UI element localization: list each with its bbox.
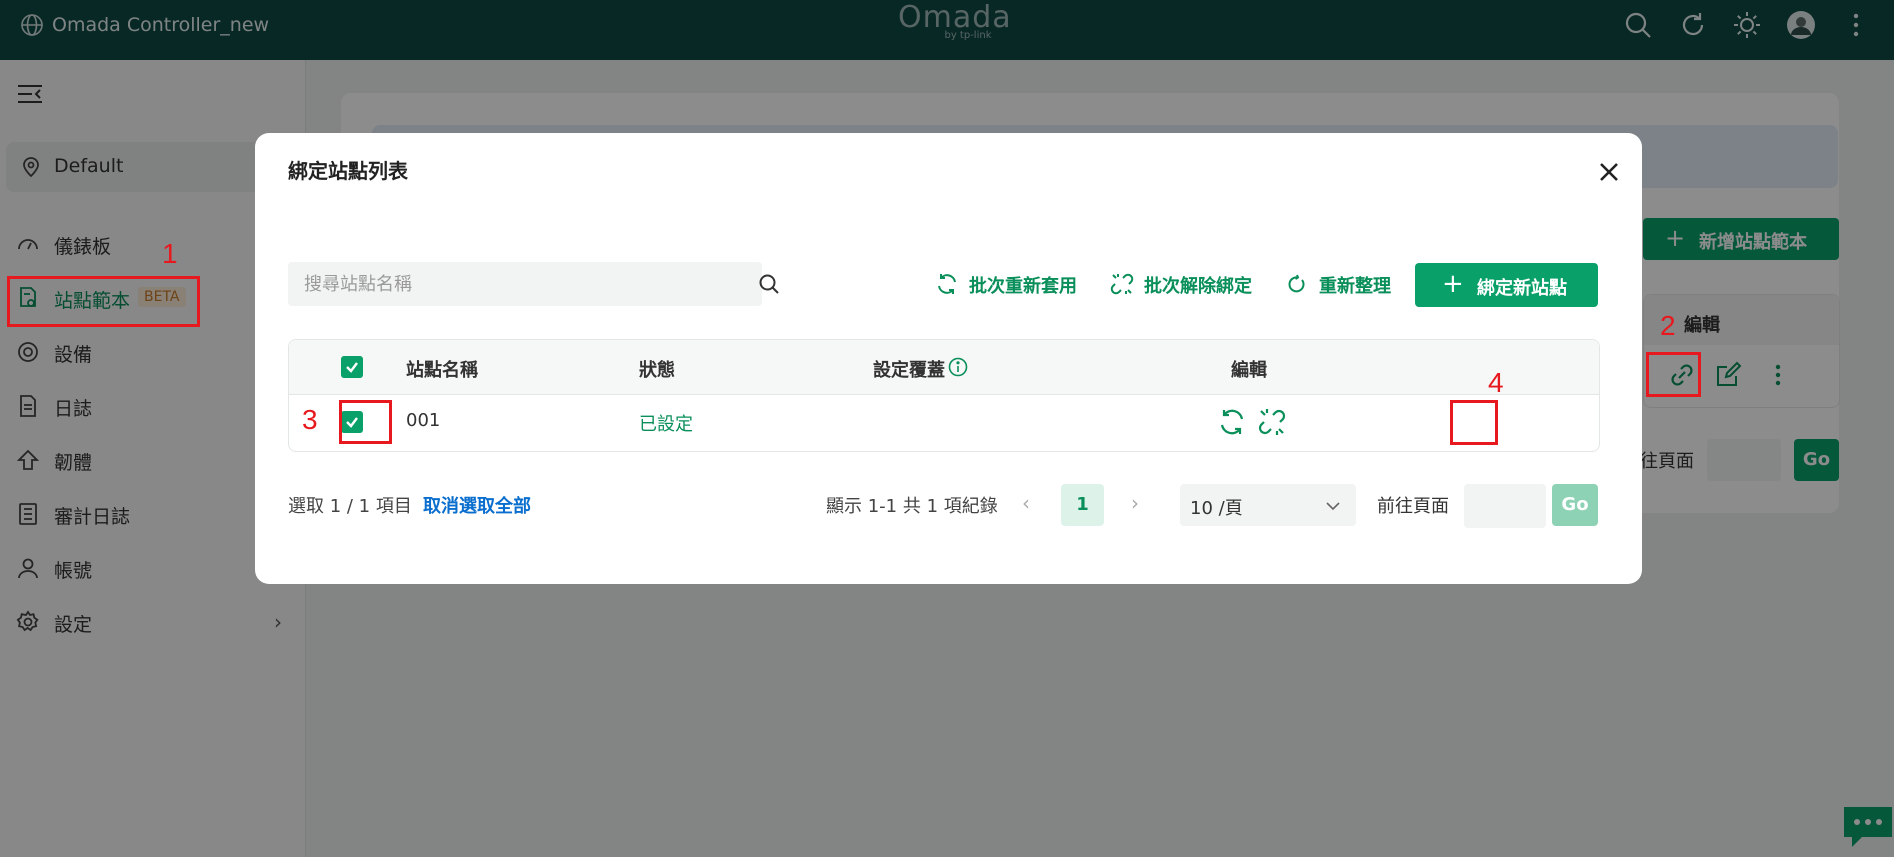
bound-sites-modal: 綁定站點列表 批次重新套用 批次解除綁定 重新整理 + 綁定新站點 [255,133,1642,584]
bound-sites-table: 站點名稱 狀態 設定覆蓋 編輯 001 已設定 [288,339,1600,452]
reapply-sync-icon[interactable] [1217,407,1247,437]
refresh-label: 重新整理 [1319,276,1391,297]
info-icon[interactable] [948,357,968,377]
sync-icon [938,274,956,294]
check-icon [346,362,358,373]
status-cell: 已設定 [639,414,693,435]
chevron-down-icon [1326,502,1340,511]
site-name-cell: 001 [406,410,441,431]
annotation-number-3: 3 [302,404,318,435]
column-header-site-name[interactable]: 站點名稱 [406,356,478,382]
close-icon[interactable] [1594,157,1624,187]
site-search-input[interactable] [288,262,724,306]
goto-page-input[interactable] [1464,484,1546,528]
batch-unbind-button[interactable]: 批次解除綁定 [1110,261,1260,305]
total-records-info: 顯示 1-1 共 1 項紀錄 [826,496,998,517]
table-row: 001 已設定 [289,394,1599,450]
unlink-icon [1110,273,1134,295]
refresh-icon [1288,274,1305,293]
annotation-box-1 [7,276,200,327]
batch-reapply-label: 批次重新套用 [969,276,1077,297]
annotation-box-2 [1646,352,1701,397]
prev-page-icon[interactable]: ‹ [1022,491,1030,515]
column-header-edit: 編輯 [1231,360,1267,381]
column-header-status[interactable]: 狀態 [639,356,675,382]
search-icon[interactable] [758,273,780,295]
annotation-number-4: 4 [1488,367,1504,398]
modal-title: 綁定站點列表 [288,159,408,183]
search-box [288,262,779,306]
table-header: 站點名稱 狀態 設定覆蓋 編輯 [289,340,1599,395]
refresh-button[interactable]: 重新整理 [1285,261,1395,305]
plus-icon: + [1442,269,1464,299]
select-all-checkbox[interactable] [341,356,363,378]
annotation-box-3 [339,400,392,444]
unbind-link-icon[interactable] [1257,407,1287,437]
deselect-all-link[interactable]: 取消選取全部 [423,492,531,518]
go-button[interactable]: Go [1552,484,1598,526]
annotation-number-2: 2 [1660,310,1676,341]
selection-info: 選取 1 / 1 項目 [288,496,412,517]
annotation-box-4 [1450,400,1498,445]
column-header-override[interactable]: 設定覆蓋 [873,356,945,382]
bind-new-site-label: 綁定新站點 [1477,278,1567,299]
page-size-select[interactable]: 10 /頁 [1180,484,1356,526]
batch-reapply-button[interactable]: 批次重新套用 [935,261,1085,305]
bind-new-site-button[interactable]: + 綁定新站點 [1415,263,1598,307]
goto-page-label: 前往頁面 [1377,496,1449,517]
batch-unbind-label: 批次解除綁定 [1144,276,1252,297]
next-page-icon[interactable]: › [1131,491,1139,515]
current-page-button[interactable]: 1 [1061,484,1104,526]
page-size-value: 10 /頁 [1190,498,1243,519]
annotation-number-1: 1 [162,238,178,269]
